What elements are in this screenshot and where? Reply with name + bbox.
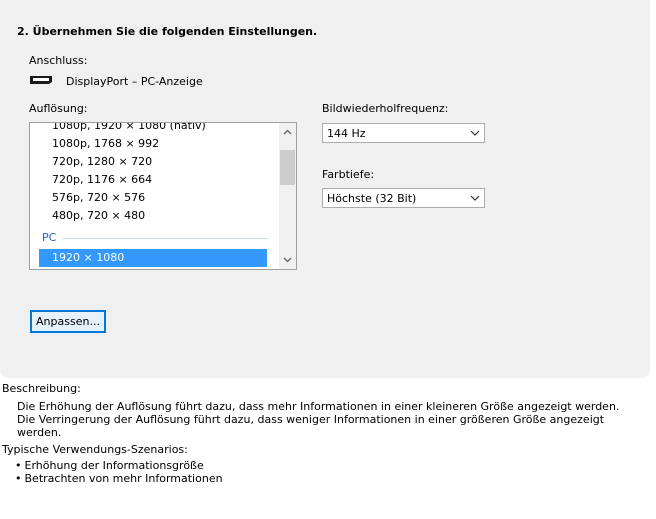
customize-button-label: Anpassen... <box>36 315 100 328</box>
color-depth-select[interactable]: Höchste (32 Bit) <box>322 188 485 208</box>
scrollbar-thumb[interactable] <box>280 150 295 185</box>
refresh-rate-label: Bildwiederholfrequenz: <box>322 102 449 115</box>
refresh-rate-value: 144 Hz <box>327 127 366 140</box>
resolution-item[interactable]: 720p, 1176 × 664 <box>30 171 278 189</box>
resolution-item[interactable]: 720p, 1280 × 720 <box>30 153 278 171</box>
resolution-label: Auflösung: <box>29 102 88 115</box>
connection-value: DisplayPort – PC-Anzeige <box>66 75 203 88</box>
resolution-item[interactable]: 576p, 720 × 576 <box>30 189 278 207</box>
scroll-down-icon[interactable] <box>279 251 296 268</box>
usage-list: Erhöhung der Informationsgröße Betrachte… <box>15 459 223 485</box>
color-depth-value: Höchste (32 Bit) <box>327 192 417 205</box>
resolution-group-header: PC <box>30 227 278 249</box>
chevron-down-icon <box>470 130 480 136</box>
description-text: Die Erhöhung der Auflösung führt dazu, d… <box>17 400 620 439</box>
scroll-up-icon[interactable] <box>279 123 296 140</box>
resolution-list: 1080p, 1920 × 1080 (nativ) 1080p, 1768 ×… <box>30 123 278 267</box>
list-item: Betrachten von mehr Informationen <box>15 472 223 485</box>
resolution-item[interactable]: 480p, 720 × 480 <box>30 207 278 225</box>
usage-title: Typische Verwendungs-Szenarios: <box>2 443 188 456</box>
resolution-scrollbar[interactable] <box>279 123 296 269</box>
list-item: Erhöhung der Informationsgröße <box>15 459 223 472</box>
step-title: 2. Übernehmen Sie die folgenden Einstell… <box>17 25 318 38</box>
resolution-item[interactable]: 1080p, 1920 × 1080 (nativ) <box>30 123 278 135</box>
displayport-icon <box>30 76 52 84</box>
resolution-item-selected[interactable]: 1920 × 1080 <box>39 249 267 267</box>
chevron-down-icon <box>470 195 480 201</box>
refresh-rate-select[interactable]: 144 Hz <box>322 123 485 143</box>
description-title: Beschreibung: <box>2 382 81 395</box>
customize-button[interactable]: Anpassen... <box>30 310 106 333</box>
resolution-item[interactable]: 1080p, 1768 × 992 <box>30 135 278 153</box>
color-depth-label: Farbtiefe: <box>322 168 375 181</box>
resolution-listbox[interactable]: 1080p, 1920 × 1080 (nativ) 1080p, 1768 ×… <box>29 122 297 270</box>
connection-label: Anschluss: <box>29 54 88 67</box>
